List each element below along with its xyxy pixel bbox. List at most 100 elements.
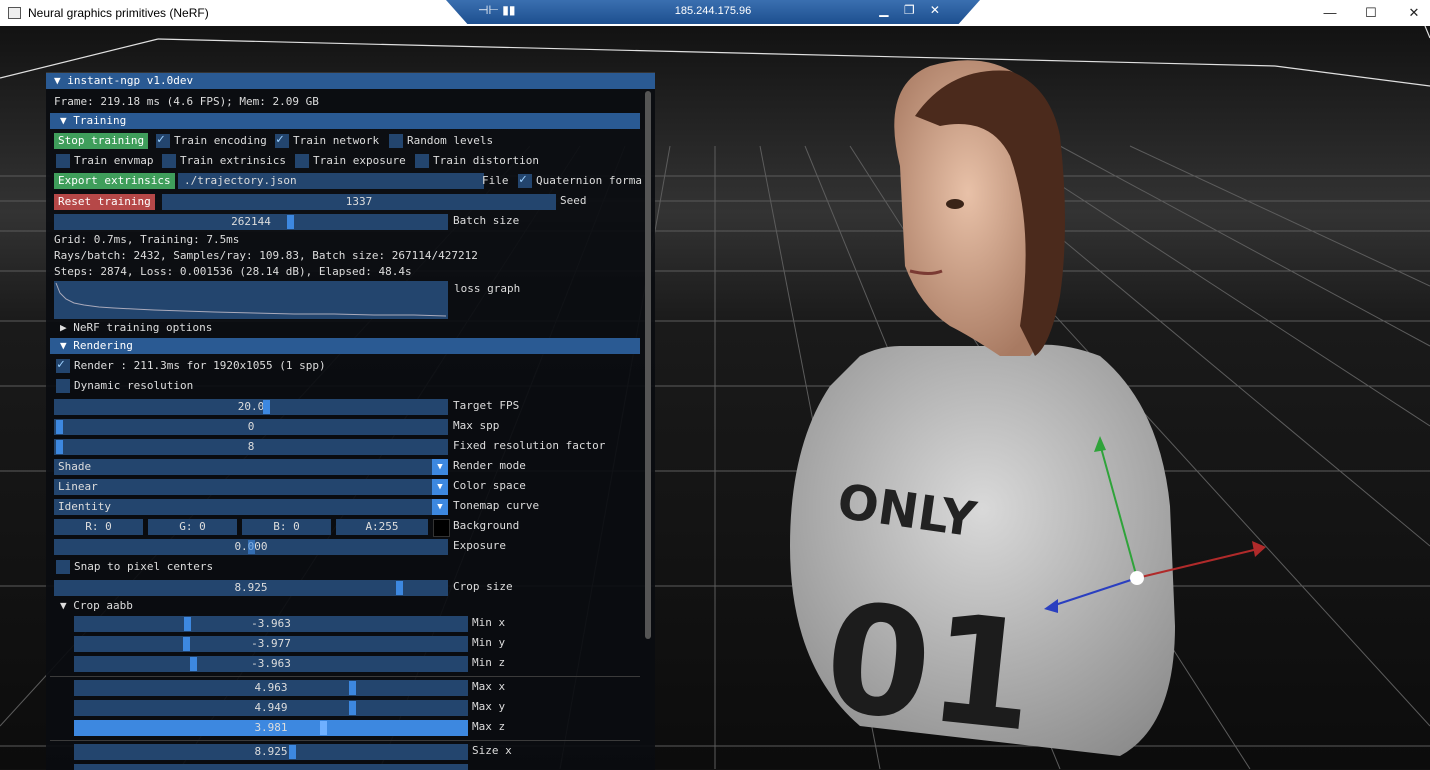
slider-grab[interactable] [289,745,296,759]
train-envmap-checkbox[interactable] [56,154,70,168]
rdp-window-controls[interactable]: ▁ ❐ ✕ [879,3,946,17]
chevron-down-icon[interactable]: ▼ [432,479,448,495]
train-exposure-checkbox[interactable] [295,154,309,168]
target-fps-slider[interactable]: 20.0 [54,399,448,415]
train-encoding-label: Train encoding [174,134,267,147]
min-z-slider[interactable]: -3.963 [74,656,468,672]
file-label: File [482,174,509,187]
minimize-button[interactable]: — [1320,4,1340,22]
render-mode-combo[interactable]: Shade ▼ [54,459,448,475]
max-z-value: 3.981 [254,721,288,734]
crop-aabb-toggle[interactable]: ▼ Crop aabb [60,599,133,612]
maximize-button[interactable]: ☐ [1361,4,1381,22]
crop-size-value: 8.925 [234,581,268,594]
background-label: Background [453,519,520,532]
render-checkbox[interactable] [56,357,70,373]
slider-grab[interactable] [56,440,63,454]
train-network-label: Train network [293,134,380,147]
panel-scrollbar[interactable] [645,91,651,639]
quaternion-format-checkbox[interactable] [518,172,532,188]
train-extrinsics-checkbox[interactable] [162,154,176,168]
size-x-label: Size x [472,744,512,757]
train-encoding-checkbox[interactable] [156,132,170,148]
render-mode-value: Shade [58,460,92,473]
dynamic-resolution-checkbox[interactable] [56,379,70,393]
steps-info: Steps: 2874, Loss: 0.001536 (28.14 dB), … [54,265,412,278]
batch-size-slider[interactable]: 262144 [54,214,448,230]
max-z-slider[interactable]: 3.981 [74,720,468,736]
size-x-slider[interactable]: 8.925 [74,744,468,760]
max-y-label: Max y [472,700,506,713]
slider-grab[interactable] [248,540,255,554]
slider-grab[interactable] [349,681,356,695]
slider-grab[interactable] [287,215,294,229]
crop-size-slider[interactable]: 8.925 [54,580,448,596]
window-title: Neural graphics primitives (NeRF) [28,6,209,20]
seed-label: Seed [560,194,587,207]
target-fps-label: Target FPS [453,399,520,412]
rays-info: Rays/batch: 2432, Samples/ray: 109.83, B… [54,249,478,262]
export-extrinsics-button[interactable]: Export extrinsics [54,173,175,189]
max-x-slider[interactable]: 4.963 [74,680,468,696]
reset-training-button[interactable]: Reset training [54,194,155,210]
chevron-down-icon[interactable]: ▼ [432,459,448,475]
loss-graph [54,281,448,319]
background-color-swatch[interactable] [433,519,450,537]
background-b-input[interactable]: B: 0 [242,519,331,535]
max-spp-slider[interactable]: 0 [54,419,448,435]
close-button[interactable]: ✕ [1404,4,1424,22]
color-space-combo[interactable]: Linear ▼ [54,479,448,495]
max-spp-value: 0 [247,420,255,433]
training-section-header[interactable]: ▼ Training [50,113,640,129]
trajectory-file-input[interactable]: ./trajectory.json [178,173,484,189]
color-space-label: Color space [453,479,526,492]
slider-grab[interactable] [184,617,191,631]
background-a-input[interactable]: A:255 [336,519,428,535]
background-r-input[interactable]: R: 0 [54,519,143,535]
stop-training-button[interactable]: Stop training [54,133,149,149]
slider-grab[interactable] [183,637,190,651]
nerf-training-options[interactable]: ▶ NeRF training options [60,321,212,334]
max-y-value: 4.949 [254,701,288,714]
dynamic-resolution-label: Dynamic resolution [74,379,194,392]
panel-header[interactable]: ▼ instant-ngp v1.0dev [46,73,655,89]
train-distortion-checkbox[interactable] [415,154,429,168]
background-g-input[interactable]: G: 0 [148,519,237,535]
batch-size-label: Batch size [453,214,520,227]
snap-pixel-centers-checkbox[interactable] [56,560,70,574]
frame-info: Frame: 219.18 ms (4.6 FPS); Mem: 2.09 GB [54,95,319,108]
exposure-slider[interactable]: 0.000 [54,539,448,555]
train-distortion-label: Train distortion [433,154,539,167]
size-y-slider-partial[interactable] [74,764,468,770]
crop-size-label: Crop size [453,580,513,593]
grid-info: Grid: 0.7ms, Training: 7.5ms [54,233,240,246]
remote-connection-bar: ⊣⊢ ▮▮ 185.244.175.96 ▁ ❐ ✕ [446,0,980,24]
min-x-slider[interactable]: -3.963 [74,616,468,632]
random-levels-checkbox[interactable] [389,134,403,148]
slider-grab[interactable] [396,581,403,595]
max-y-slider[interactable]: 4.949 [74,700,468,716]
app-icon [8,7,21,19]
max-x-value: 4.963 [254,681,288,694]
slider-grab[interactable] [320,721,327,735]
seed-input[interactable]: 1337 [162,194,556,210]
color-space-value: Linear [58,480,98,493]
min-y-slider[interactable]: -3.977 [74,636,468,652]
min-z-value: -3.963 [251,657,291,670]
separator [50,740,640,741]
slider-grab[interactable] [190,657,197,671]
min-y-label: Min y [472,636,506,649]
random-levels-label: Random levels [407,134,494,147]
max-spp-label: Max spp [453,419,500,432]
slider-grab[interactable] [349,701,356,715]
rendering-section-header[interactable]: ▼ Rendering [50,338,640,354]
render-mode-label: Render mode [453,459,526,472]
slider-grab[interactable] [56,420,63,434]
fixed-resolution-slider[interactable]: 8 [54,439,448,455]
chevron-down-icon[interactable]: ▼ [432,499,448,515]
train-network-checkbox[interactable] [275,132,289,148]
separator [50,676,640,677]
slider-grab[interactable] [263,400,270,414]
fixed-resolution-value: 8 [247,440,255,453]
tonemap-combo[interactable]: Identity ▼ [54,499,448,515]
